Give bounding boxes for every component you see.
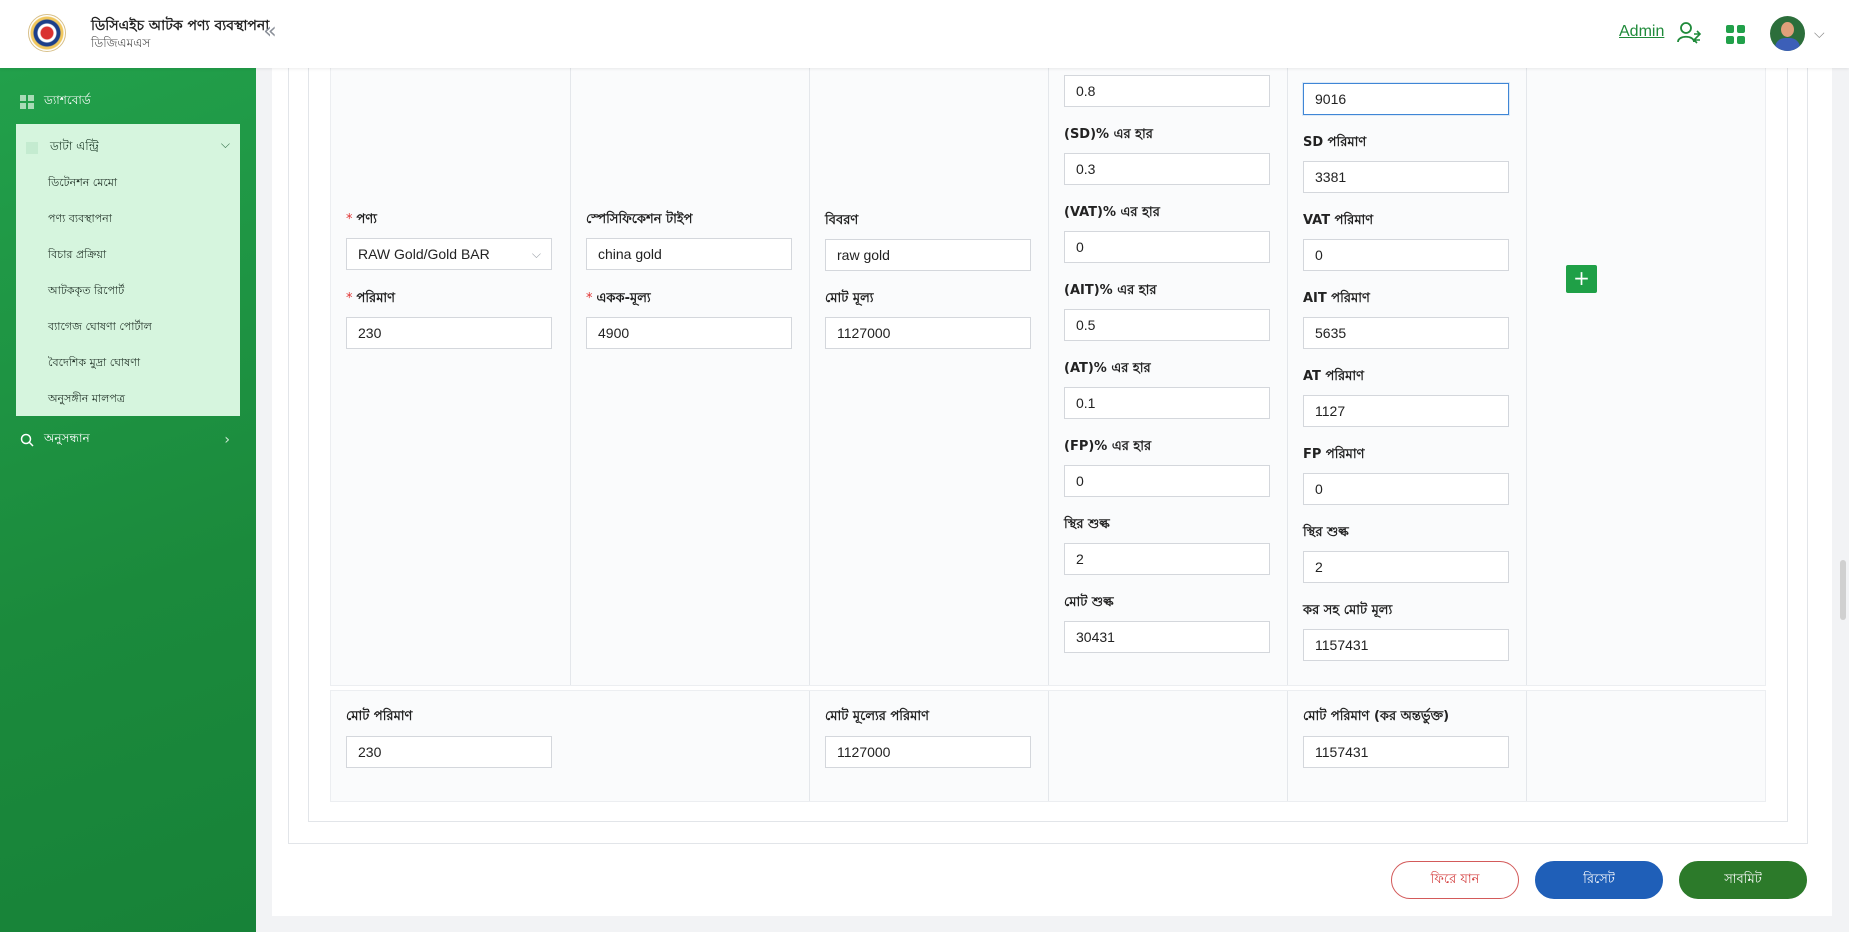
logo (28, 14, 66, 52)
vat-amount-input[interactable]: 0 (1303, 239, 1509, 271)
total-incl-tax-label: মোট পরিমাণ (কর অন্তর্ভুক্ত) (1303, 709, 1450, 724)
fp-amount-label: FP পরিমাণ (1303, 447, 1365, 462)
vat-amount-label: VAT পরিমাণ (1303, 213, 1374, 228)
sidebar-item-label: ড্যাশবোর্ড (44, 93, 91, 107)
chevron-right-icon: › (224, 432, 230, 448)
unit-price-label: * একক-মূল্য (586, 291, 651, 306)
total-price-label: মোট মূল্যের পরিমাণ (825, 709, 929, 724)
unit-price-input[interactable]: 4900 (586, 317, 792, 349)
at-rate-label: (AT)% এর হার (1064, 361, 1151, 376)
cd-rate-input[interactable]: 0.8 (1064, 75, 1270, 107)
sidebar-item-data-entry[interactable]: ডাটা এন্ট্রি ⌵ (26, 137, 230, 158)
back-button[interactable]: ফিরে যান (1391, 861, 1519, 899)
sidebar-subitem[interactable]: অনুসঙ্গীন মালপত্র (48, 390, 125, 409)
ait-rate-label: (AIT)% এর হার (1064, 283, 1157, 298)
chevron-down-icon[interactable]: ⌵ (1814, 26, 1825, 42)
search-icon (20, 433, 34, 447)
dashboard-icon (20, 95, 34, 109)
add-row-button[interactable]: + (1566, 265, 1597, 293)
sd-rate-label: (SD)% এর হার (1064, 127, 1153, 142)
total-incl-tax-input[interactable]: 1157431 (1303, 736, 1509, 768)
sidebar-subitem[interactable]: বৈদেশিক মুদ্রা ঘোষণা (48, 354, 140, 373)
at-amount-input[interactable]: 1127 (1303, 395, 1509, 427)
cd-amount-input[interactable]: 9016 (1303, 83, 1509, 115)
sidebar-item-search[interactable]: অনুসন্ধান › (20, 430, 230, 450)
product-label: * পণ্য (346, 212, 377, 227)
total-value-input[interactable]: 1127000 (825, 317, 1031, 349)
sd-amount-input[interactable]: 3381 (1303, 161, 1509, 193)
sidebar: ড্যাশবোর্ড ডাটা এন্ট্রি ⌵ ডিটেনশন মেমো প… (0, 68, 256, 932)
description-label: বিবরণ (825, 213, 859, 228)
sd-rate-input[interactable]: 0.3 (1064, 153, 1270, 185)
collapse-sidebar-icon[interactable]: « (258, 20, 282, 46)
total-duty-input[interactable]: 30431 (1064, 621, 1270, 653)
sidebar-subitem[interactable]: ডিটেনশন মেমো (48, 174, 117, 193)
fp-rate-label: (FP)% এর হার (1064, 439, 1152, 454)
description-input[interactable]: raw gold (825, 239, 1031, 271)
user-switch-icon[interactable] (1676, 20, 1702, 46)
spec-type-label: স্পেসিফিকেশন টাইপ (586, 212, 693, 227)
avatar[interactable] (1770, 16, 1805, 51)
total-with-tax-input[interactable]: 1157431 (1303, 629, 1509, 661)
top-header: ডিসিএইচ আটক পণ্য ব্যবস্থাপনা ডিজিএমএস « … (0, 0, 1849, 68)
chevron-down-icon: ⌵ (220, 137, 230, 151)
reset-button[interactable]: রিসেট (1535, 861, 1663, 899)
quantity-label: * পরিমাণ (346, 291, 396, 306)
submit-button[interactable]: সাবমিট (1679, 861, 1807, 899)
fixed-duty2-input[interactable]: 2 (1303, 551, 1509, 583)
app-subtitle: ডিজিএমএস (91, 36, 151, 50)
page-scrollbar[interactable] (1840, 560, 1846, 620)
total-with-tax-label: কর সহ মোট মূল্য (1303, 603, 1393, 618)
fp-amount-input[interactable]: 0 (1303, 473, 1509, 505)
fixed-duty-label: স্থির শুল্ক (1064, 517, 1110, 532)
quantity-input[interactable]: 230 (346, 317, 552, 349)
spec-type-input[interactable]: china gold (586, 238, 792, 270)
sidebar-item-label: অনুসন্ধান (44, 431, 90, 445)
total-quantity-label: মোট পরিমাণ (346, 709, 413, 724)
sidebar-item-label: ডাটা এন্ট্রি (50, 139, 99, 153)
sidebar-subitem[interactable]: ব্যাগেজ ঘোষণা পোর্টাল (48, 318, 152, 337)
total-duty-label: মোট শুল্ক (1064, 595, 1114, 610)
total-price-input[interactable]: 1127000 (825, 736, 1031, 768)
product-select[interactable]: RAW Gold/Gold BAR ⌵ (346, 238, 552, 270)
vat-rate-input[interactable]: 0 (1064, 231, 1270, 263)
product-row (330, 60, 1766, 686)
ait-rate-input[interactable]: 0.5 (1064, 309, 1270, 341)
document-icon (26, 142, 38, 154)
fp-rate-input[interactable]: 0 (1064, 465, 1270, 497)
sidebar-subitem[interactable]: বিচার প্রক্রিয়া (48, 246, 106, 265)
data-entry-submenu: ডাটা এন্ট্রি ⌵ ডিটেনশন মেমো পণ্য ব্যবস্থ… (16, 124, 240, 416)
apps-grid-icon[interactable] (1726, 25, 1746, 45)
fixed-duty2-label: স্থির শুল্ক (1303, 525, 1349, 540)
at-rate-input[interactable]: 0.1 (1064, 387, 1270, 419)
vat-rate-label: (VAT)% এর হার (1064, 205, 1160, 220)
at-amount-label: AT পরিমাণ (1303, 369, 1364, 384)
sidebar-item-dashboard[interactable]: ড্যাশবোর্ড (20, 92, 91, 112)
sd-amount-label: SD পরিমাণ (1303, 135, 1367, 150)
sidebar-subitem[interactable]: পণ্য ব্যবস্থাপনা (48, 210, 112, 229)
total-value-label: মোট মূল্য (825, 291, 874, 306)
ait-amount-label: AIT পরিমাণ (1303, 291, 1370, 306)
product-select-value: RAW Gold/Gold BAR (358, 246, 490, 262)
admin-link[interactable]: Admin (1619, 23, 1664, 41)
fixed-duty-input[interactable]: 2 (1064, 543, 1270, 575)
total-quantity-input[interactable]: 230 (346, 736, 552, 768)
ait-amount-input[interactable]: 5635 (1303, 317, 1509, 349)
sidebar-subitem[interactable]: আটককৃত রিপোর্ট (48, 282, 124, 301)
chevron-down-icon: ⌵ (531, 247, 541, 261)
